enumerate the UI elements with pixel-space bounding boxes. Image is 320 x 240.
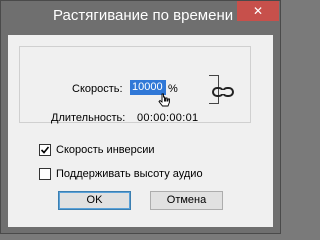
ok-button[interactable]: OK <box>58 191 131 210</box>
reverse-speed-checkbox[interactable] <box>39 144 51 156</box>
chain-link-icon[interactable] <box>212 84 234 100</box>
close-icon: ✕ <box>252 4 264 18</box>
maintain-audio-pitch-label: Поддерживать высоту аудио <box>56 168 203 180</box>
dialog-content: Скорость: 10000 % Длительность: 00:00:00… <box>8 35 273 227</box>
dialog-window: Растягивание по времени ✕ Скорость: 1000… <box>0 0 281 234</box>
close-button[interactable]: ✕ <box>237 1 279 21</box>
speed-label: Скорость: <box>72 83 123 95</box>
maintain-audio-pitch-checkbox[interactable] <box>39 168 51 180</box>
duration-value[interactable]: 00:00:00:01 <box>137 112 198 124</box>
title-bar[interactable]: Растягивание по времени ✕ <box>1 1 280 35</box>
dialog-title: Растягивание по времени <box>53 7 234 24</box>
duration-label: Длительность: <box>51 112 126 124</box>
hand-cursor-icon <box>158 93 170 107</box>
reverse-speed-label: Скорость инверсии <box>56 144 155 156</box>
stretch-settings-group: Скорость: 10000 % Длительность: 00:00:00… <box>19 46 251 124</box>
checkmark-icon <box>40 146 50 154</box>
cancel-button[interactable]: Отмена <box>150 191 223 210</box>
